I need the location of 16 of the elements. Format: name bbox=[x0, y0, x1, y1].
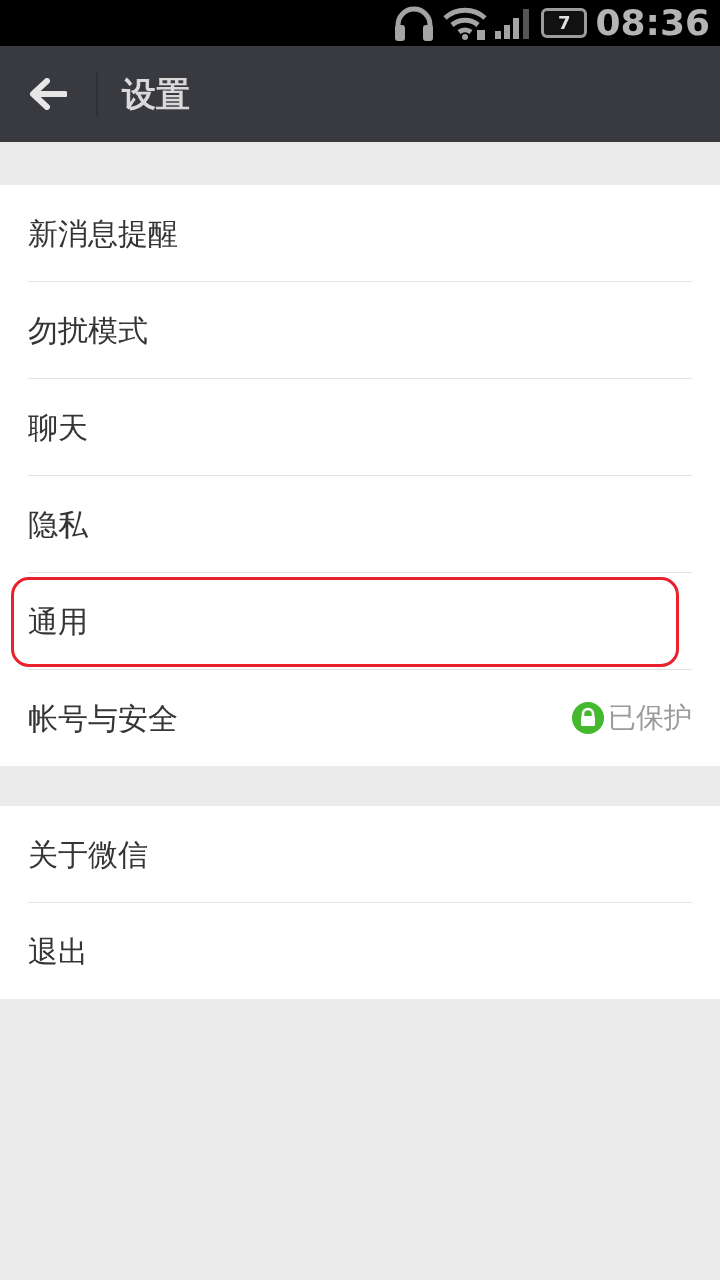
settings-item[interactable]: 新消息提醒 bbox=[0, 185, 720, 281]
settings-item[interactable]: 关于微信 bbox=[0, 806, 720, 902]
settings-item[interactable]: 聊天 bbox=[0, 379, 720, 475]
status-text: 已保护 bbox=[608, 700, 692, 736]
lock-icon bbox=[572, 702, 604, 734]
settings-item[interactable]: 退出 bbox=[0, 903, 720, 999]
back-arrow-icon bbox=[29, 78, 67, 110]
headphones-icon bbox=[392, 5, 435, 41]
settings-item[interactable]: 隐私 bbox=[0, 476, 720, 572]
settings-item[interactable]: 帐号与安全 已保护 bbox=[0, 670, 720, 766]
status-time: 08:36 bbox=[595, 5, 710, 41]
settings-item[interactable]: 勿扰模式 bbox=[0, 282, 720, 378]
wifi-icon bbox=[442, 6, 487, 40]
settings-item[interactable]: 通用 bbox=[0, 573, 720, 669]
screen-title: 设置 bbox=[122, 72, 190, 116]
battery-indicator: 7 bbox=[540, 8, 588, 38]
